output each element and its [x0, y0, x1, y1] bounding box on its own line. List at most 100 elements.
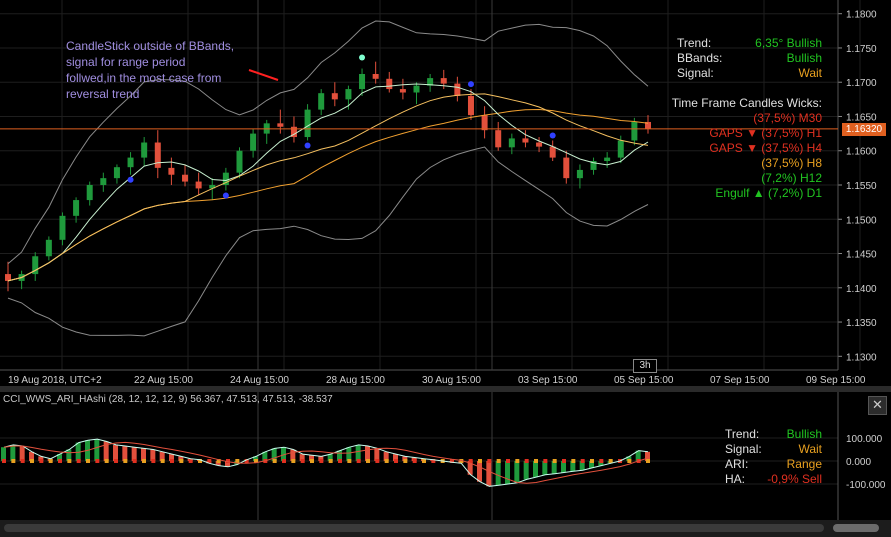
zero-line-dot	[20, 459, 25, 463]
bear-candle	[495, 130, 502, 148]
bull-candle	[59, 215, 66, 240]
bear-candle	[168, 167, 175, 175]
bull-candle	[576, 169, 583, 179]
zero-line-dot	[534, 459, 538, 463]
y-tick-label: 1.1550	[846, 181, 877, 192]
histogram-bar	[505, 461, 510, 484]
zero-line-dot	[123, 459, 128, 463]
highlight-dot	[359, 54, 366, 61]
zero-line-dot	[646, 459, 650, 463]
annotation-arrow	[248, 69, 279, 81]
histogram-bar	[495, 461, 501, 486]
histogram-bar	[365, 446, 370, 461]
price-chart-pane[interactable]: 1.1800 1.1750 1.1700 1.1650 1.1600 1.1550 1.15…	[0, 0, 891, 386]
zero-line-dot	[356, 459, 361, 463]
zero-line-dot	[39, 459, 44, 463]
indicator-pane[interactable]: 100.000 0.000 -100.000 CCI_WWS_ARI_HAshi (…	[0, 392, 891, 520]
signal-label: Signal:	[677, 66, 714, 80]
wicks-title: Time Frame Candles Wicks:	[671, 96, 822, 110]
zero-line-dot	[95, 459, 100, 463]
zero-line-dot	[67, 459, 72, 463]
zero-line-dot	[300, 459, 305, 463]
y-tick-label: 0.000	[846, 457, 871, 468]
bull-candle	[113, 167, 120, 179]
y-tick-label: 1.1350	[846, 318, 877, 329]
bear-candle	[536, 142, 543, 147]
y-tick-label: 1.1700	[846, 78, 877, 89]
zero-line-dot	[394, 459, 398, 463]
bull-candle	[86, 185, 93, 201]
histogram-bar	[346, 447, 352, 461]
x-tick-label: 28 Aug 15:00	[326, 375, 385, 386]
histogram-bar	[533, 461, 538, 478]
histogram-bar	[355, 444, 361, 461]
zero-line-dot	[86, 459, 90, 463]
zero-line-dot	[571, 459, 576, 463]
x-tick-label: 03 Sep 15:00	[518, 375, 578, 386]
zero-line-dot	[30, 459, 34, 463]
zero-line-dot	[543, 459, 548, 463]
bull-candle	[304, 109, 311, 138]
zero-line-dot	[76, 459, 81, 463]
bull-candle	[100, 178, 107, 185]
histogram-bar	[131, 447, 137, 461]
bull-candle	[45, 239, 52, 257]
zero-line-dot	[132, 459, 137, 463]
zero-line-dot	[384, 459, 389, 463]
zero-line-dot	[506, 459, 510, 463]
zero-line-dot	[562, 459, 566, 463]
signal-dot	[127, 176, 134, 183]
zero-line-dot	[478, 459, 482, 463]
zero-line-dot	[282, 459, 286, 463]
zero-line-dot	[515, 459, 520, 463]
annotation-line: CandleStick outside of BBands,	[66, 39, 235, 53]
ind-ha-value: -0,9% Sell	[767, 472, 822, 486]
signal-value: Wait	[798, 66, 822, 80]
y-tick-label: 1.1750	[846, 44, 877, 55]
zero-line-dot	[608, 459, 613, 463]
zero-line-dot	[338, 459, 342, 463]
bbands-value: Bullish	[786, 51, 822, 65]
timeframe-badge[interactable]: 3h	[633, 359, 657, 373]
wick-row: (37,5%) M30	[753, 111, 822, 125]
histogram-bar	[94, 439, 100, 461]
histogram-bar	[19, 446, 25, 461]
histogram-bar	[122, 446, 128, 461]
scrollbar-thumb[interactable]	[833, 524, 879, 532]
annotation-line: follwed,in the most case from	[66, 71, 222, 85]
zero-line-dot	[188, 459, 193, 463]
bear-candle	[277, 123, 284, 127]
y-tick-label: -100.000	[846, 480, 886, 491]
bear-candle	[549, 146, 556, 158]
zero-line-dot	[319, 459, 324, 463]
horizontal-scrollbar[interactable]	[0, 520, 891, 537]
bull-candle	[318, 93, 325, 110]
zero-line-dot	[627, 459, 632, 463]
close-icon[interactable]: ✕	[868, 396, 887, 415]
current-price-tag: 1.16320	[842, 122, 886, 136]
zero-line-dot	[170, 459, 174, 463]
signal-dot	[549, 132, 556, 139]
zero-line-dot	[403, 459, 408, 463]
bull-candle	[73, 200, 80, 216]
zero-line-dot	[160, 459, 165, 463]
zero-line-dot	[104, 459, 109, 463]
histogram-bar	[1, 447, 6, 461]
wick-row: GAPS ▼ (37,5%) H1	[709, 126, 822, 140]
zero-line-dot	[2, 459, 6, 463]
zero-line-dot	[179, 459, 184, 463]
bull-candle	[141, 142, 148, 158]
wick-row: Engulf ▲ (7,2%) D1	[715, 186, 822, 200]
scrollbar-track[interactable]	[4, 524, 824, 532]
indicator-chart[interactable]: 100.000 0.000 -100.000	[0, 392, 891, 520]
x-tick-label: 09 Sep 15:00	[806, 375, 866, 386]
annotation-line: reversal trend	[66, 87, 140, 101]
signal-dot	[467, 81, 474, 88]
wick-row: (37,5%) H8	[761, 156, 822, 170]
bear-candle	[563, 157, 570, 179]
bear-candle	[454, 83, 461, 96]
zero-line-dot	[347, 459, 352, 463]
zero-line-dot	[422, 459, 426, 463]
ind-trend-value: Bullish	[786, 427, 822, 441]
x-tick-label: 22 Aug 15:00	[134, 375, 193, 386]
